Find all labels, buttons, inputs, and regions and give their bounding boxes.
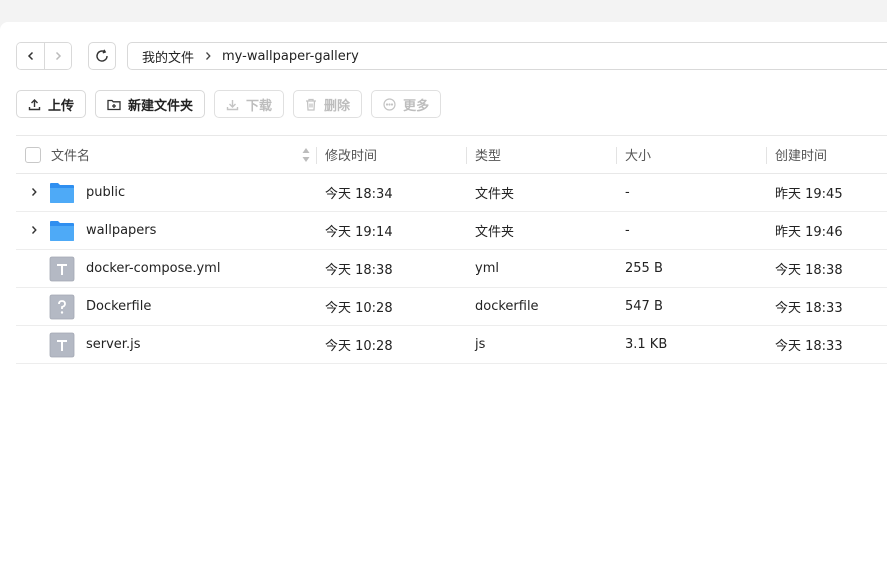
folder-icon	[50, 221, 74, 241]
column-resize-handle[interactable]	[316, 147, 317, 164]
file-name[interactable]: wallpapers	[86, 223, 156, 238]
sort-icon[interactable]	[302, 147, 310, 167]
new-folder-button[interactable]: 新建文件夹	[95, 90, 206, 118]
more-label: 更多	[403, 98, 430, 114]
file-mtime: 今天 18:34	[325, 187, 393, 202]
text-file-icon	[49, 256, 75, 282]
upload-button[interactable]: 上传	[16, 90, 87, 118]
file-size: 547 B	[625, 299, 663, 314]
file-mtime: 今天 10:28	[325, 339, 393, 354]
file-name[interactable]: public	[86, 185, 125, 200]
file-type: yml	[475, 261, 499, 276]
header-name[interactable]: 文件名	[51, 145, 90, 164]
chevron-right-icon	[55, 51, 62, 61]
file-type: 文件夹	[475, 187, 515, 202]
file-name[interactable]: docker-compose.yml	[86, 261, 220, 276]
history-nav-group	[16, 42, 72, 70]
file-type: dockerfile	[475, 299, 539, 314]
breadcrumb-root[interactable]: 我的文件	[142, 47, 194, 66]
table-header: 文件名 修改时间 类型 大小 创建时间	[16, 135, 887, 174]
file-table: 文件名 修改时间 类型 大小 创建时间 public 今天 18:34 文件夹 …	[16, 135, 887, 364]
back-button[interactable]	[17, 43, 44, 69]
file-ctime: 昨天 19:46	[775, 225, 843, 240]
chevron-left-icon	[27, 51, 33, 61]
expand-chevron-icon[interactable]	[28, 224, 40, 236]
file-mtime: 今天 18:38	[325, 263, 393, 278]
file-size: 3.1 KB	[625, 337, 668, 352]
file-ctime: 昨天 19:45	[775, 187, 843, 202]
delete-label: 删除	[324, 98, 351, 114]
table-row[interactable]: Dockerfile 今天 10:28 dockerfile 547 B 今天 …	[16, 288, 887, 326]
table-row[interactable]: docker-compose.yml 今天 18:38 yml 255 B 今天…	[16, 250, 887, 288]
file-name[interactable]: Dockerfile	[86, 299, 151, 314]
download-label: 下载	[246, 98, 273, 114]
file-size: 255 B	[625, 261, 663, 276]
header-size[interactable]: 大小	[625, 145, 651, 164]
download-icon	[226, 99, 239, 110]
trash-icon	[306, 98, 317, 111]
header-ctime[interactable]: 创建时间	[775, 145, 827, 164]
delete-button[interactable]: 删除	[293, 90, 363, 118]
chevron-right-icon	[204, 51, 212, 61]
download-button[interactable]: 下载	[214, 90, 285, 118]
upload-icon	[28, 98, 41, 110]
file-size: -	[625, 223, 630, 238]
expand-chevron-icon[interactable]	[28, 186, 40, 198]
navigation-bar	[16, 42, 116, 70]
select-all-checkbox[interactable]	[25, 146, 41, 163]
new-folder-icon	[107, 99, 121, 110]
table-row[interactable]: wallpapers 今天 19:14 文件夹 - 昨天 19:46	[16, 212, 887, 250]
header-mtime[interactable]: 修改时间	[325, 145, 377, 164]
text-file-icon	[49, 332, 75, 358]
upload-label: 上传	[48, 98, 75, 114]
breadcrumb-current: my-wallpaper-gallery	[222, 48, 359, 64]
refresh-button[interactable]	[88, 42, 116, 70]
column-resize-handle[interactable]	[766, 147, 767, 164]
table-row[interactable]: public 今天 18:34 文件夹 - 昨天 19:45	[16, 174, 887, 212]
toolbar: 上传 新建文件夹 下载 删除 更多	[16, 90, 442, 118]
new-folder-label: 新建文件夹	[128, 98, 194, 114]
file-ctime: 今天 18:33	[775, 339, 843, 354]
file-mtime: 今天 19:14	[325, 225, 393, 240]
file-size: -	[625, 185, 630, 200]
file-name[interactable]: server.js	[86, 337, 140, 352]
file-type: 文件夹	[475, 225, 515, 240]
file-manager-panel: 我的文件 my-wallpaper-gallery 上传 新建文件夹 下载 删除…	[0, 22, 887, 562]
refresh-icon	[96, 49, 108, 62]
folder-icon	[50, 183, 74, 203]
file-mtime: 今天 10:28	[325, 301, 393, 316]
table-row[interactable]: server.js 今天 10:28 js 3.1 KB 今天 18:33	[16, 326, 887, 364]
forward-button[interactable]	[44, 43, 71, 69]
more-icon	[383, 97, 396, 111]
breadcrumb[interactable]: 我的文件 my-wallpaper-gallery	[127, 42, 887, 70]
file-ctime: 今天 18:33	[775, 301, 843, 316]
unknown-file-icon	[49, 294, 75, 320]
file-type: js	[475, 337, 486, 352]
file-ctime: 今天 18:38	[775, 263, 843, 278]
column-resize-handle[interactable]	[466, 147, 467, 164]
more-button[interactable]: 更多	[371, 90, 442, 118]
header-type[interactable]: 类型	[475, 145, 501, 164]
column-resize-handle[interactable]	[616, 147, 617, 164]
